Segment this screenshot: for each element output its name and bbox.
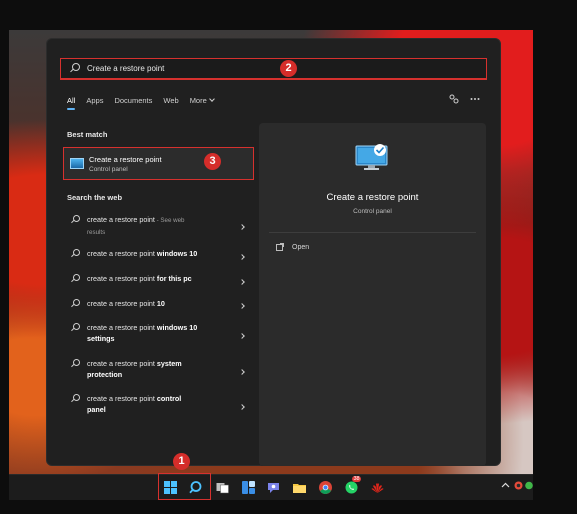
open-action-label: Open (292, 244, 310, 251)
tray-app-icon[interactable] (525, 481, 533, 492)
search-tabs: All Apps Documents Web More (67, 96, 225, 110)
chevron-right-icon (239, 278, 245, 285)
search-web-heading: Search the web (67, 193, 123, 202)
search-icon (71, 394, 80, 403)
restore-point-icon (70, 158, 84, 169)
web-result-item[interactable]: create a restore point system protection (63, 354, 254, 389)
windows-start-icon[interactable] (164, 481, 177, 494)
annotation-badge-1: 1 (173, 453, 190, 470)
web-result-bold: 10 (156, 299, 165, 308)
web-result-item[interactable]: create a restore point for this pc (63, 269, 254, 294)
panel-top-right-icons (449, 94, 480, 106)
search-icon (71, 323, 80, 332)
web-result-line2: panel (87, 405, 106, 415)
web-result-text: create a restore point (87, 394, 157, 403)
more-options-icon[interactable] (470, 94, 480, 106)
web-result-line2: settings (87, 334, 115, 344)
web-result-text: create a restore point (87, 215, 155, 224)
best-match-subtitle: Control panel (89, 165, 128, 173)
web-result-line2: protection (87, 370, 123, 380)
web-results-list: create a restore point - See web results … (63, 210, 254, 425)
annotation-badge-3: 3 (204, 153, 221, 170)
huawei-icon[interactable] (371, 481, 384, 494)
web-result-bold: windows 10 (156, 249, 198, 258)
preview-subtitle: Control panel (353, 208, 392, 215)
tab-apps[interactable]: Apps (86, 96, 103, 105)
whatsapp-icon[interactable]: 38 (345, 476, 362, 494)
file-explorer-icon[interactable] (293, 481, 306, 494)
widgets-icon[interactable] (242, 481, 255, 494)
account-share-icon[interactable] (449, 94, 459, 106)
web-result-text: create a restore point (87, 323, 157, 332)
chevron-right-icon (239, 404, 245, 410)
web-result-text: create a restore point (87, 299, 157, 308)
notification-count-badge: 38 (352, 476, 362, 482)
web-result-bold: windows 10 (156, 323, 198, 332)
chevron-right-icon (239, 333, 245, 339)
web-result-item[interactable]: create a restore point windows 10 setting… (63, 318, 254, 354)
teams-chat-icon[interactable] (267, 481, 280, 494)
open-external-icon (276, 243, 284, 251)
web-result-item[interactable]: create a restore point 10 (63, 294, 254, 318)
chevron-right-icon (239, 303, 245, 309)
preview-divider (269, 232, 476, 233)
chevron-down-icon (208, 96, 215, 102)
tab-web[interactable]: Web (163, 96, 178, 105)
web-result-line2: results (87, 228, 106, 236)
best-match-title: Create a restore point (89, 154, 162, 164)
web-result-text: create a restore point (87, 274, 157, 283)
chrome-icon[interactable] (319, 481, 332, 494)
search-icon (71, 249, 80, 258)
best-match-heading: Best match (67, 130, 108, 139)
annotation-badge-2: 2 (280, 60, 297, 77)
search-icon (71, 274, 80, 283)
web-result-text: create a restore point (87, 249, 157, 258)
tab-more[interactable]: More (189, 96, 215, 105)
search-icon (71, 299, 80, 308)
tray-app-icon[interactable] (514, 481, 523, 492)
preview-title: Create a restore point (326, 192, 419, 203)
web-result-suffix: - See web (154, 217, 185, 224)
tab-all[interactable]: All (67, 96, 76, 110)
search-icon (71, 215, 80, 224)
web-result-text: create a restore point (87, 359, 157, 368)
task-view-icon[interactable] (216, 481, 229, 494)
tab-documents[interactable]: Documents (114, 96, 152, 105)
web-result-item[interactable]: create a restore point - See web results (63, 210, 254, 244)
best-match-result[interactable]: Create a restore point Control panel (63, 147, 254, 180)
search-icon (69, 62, 81, 75)
chevron-right-icon (239, 368, 245, 375)
chevron-right-icon (239, 224, 245, 230)
web-result-item[interactable]: create a restore point control panel (63, 389, 254, 425)
search-input[interactable]: Create a restore point (60, 58, 487, 80)
open-action[interactable]: Open (276, 243, 310, 251)
web-result-bold: control (156, 394, 182, 403)
tab-more-label: More (189, 96, 207, 105)
search-icon[interactable] (189, 481, 202, 494)
web-result-item[interactable]: create a restore point windows 10 (63, 244, 254, 269)
search-query: Create a restore point (87, 64, 165, 73)
web-result-bold: for this pc (156, 274, 192, 283)
search-icon (71, 359, 80, 368)
result-preview-pane: Create a restore point Control panel Ope… (259, 123, 486, 466)
chevron-right-icon (239, 253, 245, 260)
chevron-up-icon[interactable] (501, 481, 510, 492)
restore-point-large-icon (355, 144, 388, 170)
web-result-bold: system (156, 359, 182, 368)
